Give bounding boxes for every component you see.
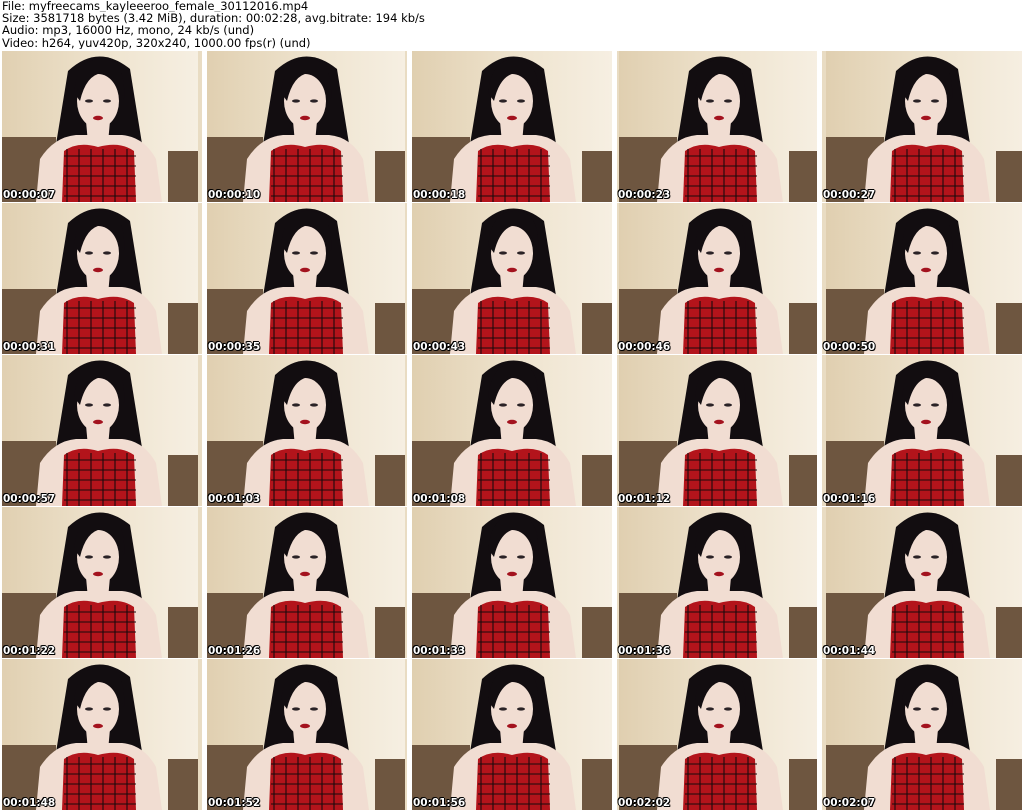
video-thumbnail[interactable]: 00:01:36 xyxy=(617,507,817,658)
thumbnail-timestamp: 00:02:02 xyxy=(618,797,671,809)
thumbnail-timestamp: 00:00:23 xyxy=(618,189,671,201)
thumbnail-grid: 00:00:07 00:00:10 00:00:18 00:00:23 00:0… xyxy=(2,51,1022,811)
webcam-frame-image xyxy=(207,659,405,810)
video-thumbnail[interactable]: 00:00:07 xyxy=(2,51,202,202)
file-name-line: File: myfreecams_kayleeeroo_female_30112… xyxy=(2,0,309,13)
thumbnail-timestamp: 00:01:36 xyxy=(618,645,671,657)
webcam-frame-image xyxy=(207,507,405,658)
thumbnail-timestamp: 00:01:44 xyxy=(823,645,876,657)
thumbnail-timestamp: 00:00:31 xyxy=(3,341,56,353)
webcam-frame-image xyxy=(412,51,612,202)
thumbnail-timestamp: 00:00:10 xyxy=(208,189,261,201)
video-thumbnail[interactable]: 00:01:48 xyxy=(2,659,202,810)
webcam-frame-image xyxy=(619,203,817,354)
webcam-frame-image xyxy=(2,355,198,506)
video-thumbnail[interactable]: 00:02:02 xyxy=(617,659,817,810)
video-thumbnail[interactable]: 00:01:56 xyxy=(412,659,612,810)
file-size-line: Size: 3581718 bytes (3.42 MiB), duration… xyxy=(2,12,425,25)
webcam-frame-image xyxy=(2,51,198,202)
webcam-frame-image xyxy=(826,203,1022,354)
thumbnail-timestamp: 00:01:52 xyxy=(208,797,261,809)
webcam-frame-image xyxy=(826,355,1022,506)
webcam-frame-image xyxy=(619,507,817,658)
webcam-frame-image xyxy=(826,51,1022,202)
webcam-frame-image xyxy=(619,355,817,506)
thumbnail-timestamp: 00:01:26 xyxy=(208,645,261,657)
thumbnail-timestamp: 00:00:57 xyxy=(3,493,56,505)
thumbnail-timestamp: 00:01:12 xyxy=(618,493,671,505)
video-thumbnail[interactable]: 00:00:50 xyxy=(822,203,1022,354)
webcam-frame-image xyxy=(2,203,198,354)
thumbnail-timestamp: 00:01:56 xyxy=(413,797,466,809)
webcam-frame-image xyxy=(619,51,817,202)
video-thumbnail[interactable]: 00:00:27 xyxy=(822,51,1022,202)
webcam-frame-image xyxy=(412,659,612,810)
thumbnail-timestamp: 00:00:07 xyxy=(3,189,56,201)
video-thumbnail[interactable]: 00:00:18 xyxy=(412,51,612,202)
webcam-frame-image xyxy=(2,507,198,658)
thumbnail-timestamp: 00:00:35 xyxy=(208,341,261,353)
video-thumbnail[interactable]: 00:00:43 xyxy=(412,203,612,354)
webcam-frame-image xyxy=(207,51,405,202)
webcam-frame-image xyxy=(412,507,612,658)
video-thumbnail[interactable]: 00:00:10 xyxy=(207,51,407,202)
video-thumbnail[interactable]: 00:00:31 xyxy=(2,203,202,354)
thumbnail-timestamp: 00:01:22 xyxy=(3,645,56,657)
thumbnail-timestamp: 00:01:03 xyxy=(208,493,261,505)
video-thumbnail[interactable]: 00:00:46 xyxy=(617,203,817,354)
video-thumbnail[interactable]: 00:01:26 xyxy=(207,507,407,658)
video-thumbnail[interactable]: 00:00:57 xyxy=(2,355,202,506)
webcam-frame-image xyxy=(412,355,612,506)
webcam-frame-image xyxy=(2,659,198,810)
thumbnail-timestamp: 00:00:50 xyxy=(823,341,876,353)
video-thumbnail[interactable]: 00:01:16 xyxy=(822,355,1022,506)
video-thumbnail[interactable]: 00:01:52 xyxy=(207,659,407,810)
thumbnail-timestamp: 00:01:16 xyxy=(823,493,876,505)
webcam-frame-image xyxy=(826,659,1022,810)
thumbnail-timestamp: 00:01:33 xyxy=(413,645,466,657)
video-thumbnail[interactable]: 00:01:12 xyxy=(617,355,817,506)
video-thumbnail[interactable]: 00:01:08 xyxy=(412,355,612,506)
audio-info-line: Audio: mp3, 16000 Hz, mono, 24 kb/s (und… xyxy=(2,24,255,37)
thumbnail-timestamp: 00:00:43 xyxy=(413,341,466,353)
video-thumbnail[interactable]: 00:00:35 xyxy=(207,203,407,354)
webcam-frame-image xyxy=(826,507,1022,658)
thumbnail-timestamp: 00:00:18 xyxy=(413,189,466,201)
video-info-line: Video: h264, yuv420p, 320x240, 1000.00 f… xyxy=(2,36,311,49)
webcam-frame-image xyxy=(412,203,612,354)
webcam-frame-image xyxy=(619,659,817,810)
video-thumbnail[interactable]: 00:00:23 xyxy=(617,51,817,202)
video-thumbnail[interactable]: 00:01:22 xyxy=(2,507,202,658)
thumbnail-timestamp: 00:00:46 xyxy=(618,341,671,353)
webcam-frame-image xyxy=(207,203,405,354)
thumbnail-timestamp: 00:01:08 xyxy=(413,493,466,505)
video-thumbnail[interactable]: 00:02:07 xyxy=(822,659,1022,810)
webcam-frame-image xyxy=(207,355,405,506)
video-thumbnail[interactable]: 00:01:03 xyxy=(207,355,407,506)
video-thumbnail[interactable]: 00:01:33 xyxy=(412,507,612,658)
thumbnail-timestamp: 00:02:07 xyxy=(823,797,876,809)
thumbnail-timestamp: 00:00:27 xyxy=(823,189,876,201)
thumbnail-timestamp: 00:01:48 xyxy=(3,797,56,809)
video-thumbnail[interactable]: 00:01:44 xyxy=(822,507,1022,658)
file-info-header: File: myfreecams_kayleeeroo_female_30112… xyxy=(2,0,1020,50)
